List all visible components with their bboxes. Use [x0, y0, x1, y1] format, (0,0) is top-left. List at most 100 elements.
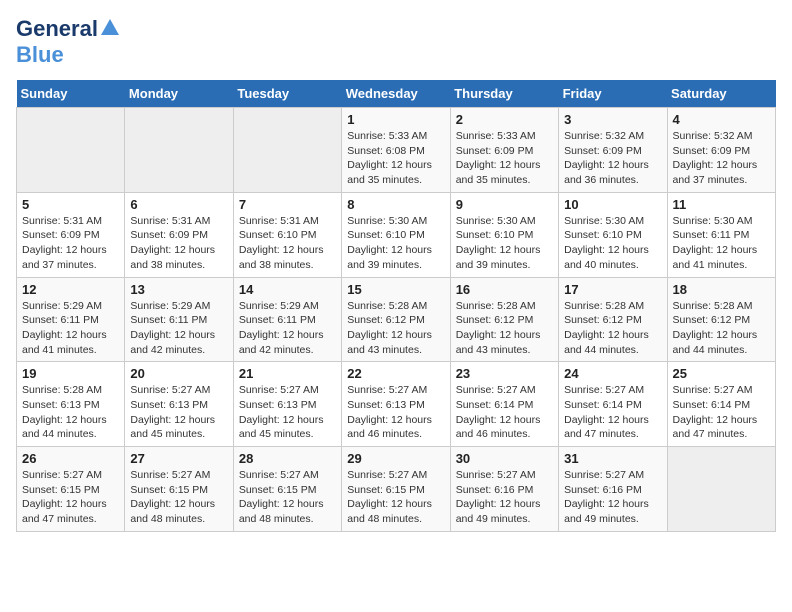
day-info: Sunrise: 5:31 AM Sunset: 6:09 PM Dayligh… — [22, 214, 119, 273]
day-number: 19 — [22, 366, 119, 381]
calendar-week-row: 1Sunrise: 5:33 AM Sunset: 6:08 PM Daylig… — [17, 108, 776, 193]
day-number: 30 — [456, 451, 553, 466]
calendar-cell: 29 Sunrise: 5:27 AM Sunset: 6:15 PM Dayli… — [342, 447, 450, 532]
calendar-cell: 24 Sunrise: 5:27 AM Sunset: 6:14 PM Dayli… — [559, 362, 667, 447]
calendar-cell: 18 Sunrise: 5:28 AM Sunset: 6:12 PM Dayli… — [667, 277, 775, 362]
day-info: Sunrise: 5:27 AM Sunset: 6:14 PM Dayligh… — [456, 383, 553, 442]
calendar-cell: 23 Sunrise: 5:27 AM Sunset: 6:14 PM Dayli… — [450, 362, 558, 447]
calendar-cell: 6Sunrise: 5:31 AM Sunset: 6:09 PM Daylig… — [125, 192, 233, 277]
calendar-cell — [17, 108, 125, 193]
day-number: 14 — [239, 282, 336, 297]
calendar-cell: 10Sunrise: 5:30 AM Sunset: 6:10 PM Dayli… — [559, 192, 667, 277]
day-number: 15 — [347, 282, 444, 297]
calendar-cell: 31Sunrise: 5:27 AM Sunset: 6:16 PM Dayli… — [559, 447, 667, 532]
calendar-cell: 22 Sunrise: 5:27 AM Sunset: 6:13 PM Dayli… — [342, 362, 450, 447]
calendar-cell: 19 Sunrise: 5:28 AM Sunset: 6:13 PM Dayli… — [17, 362, 125, 447]
calendar-cell: 30 Sunrise: 5:27 AM Sunset: 6:16 PM Dayli… — [450, 447, 558, 532]
day-info: Sunrise: 5:27 AM Sunset: 6:16 PM Dayligh… — [564, 468, 661, 527]
day-number: 13 — [130, 282, 227, 297]
calendar-cell: 2 Sunrise: 5:33 AM Sunset: 6:09 PM Daylig… — [450, 108, 558, 193]
day-info: Sunrise: 5:27 AM Sunset: 6:13 PM Dayligh… — [239, 383, 336, 442]
weekday-header-sunday: Sunday — [17, 80, 125, 108]
day-info: Sunrise: 5:28 AM Sunset: 6:12 PM Dayligh… — [564, 299, 661, 358]
day-info: Sunrise: 5:27 AM Sunset: 6:15 PM Dayligh… — [22, 468, 119, 527]
calendar-cell: 5Sunrise: 5:31 AM Sunset: 6:09 PM Daylig… — [17, 192, 125, 277]
calendar-cell — [233, 108, 341, 193]
day-number: 2 — [456, 112, 553, 127]
calendar-week-row: 26 Sunrise: 5:27 AM Sunset: 6:15 PM Dayli… — [17, 447, 776, 532]
calendar-cell: 17 Sunrise: 5:28 AM Sunset: 6:12 PM Dayli… — [559, 277, 667, 362]
day-number: 16 — [456, 282, 553, 297]
day-number: 23 — [456, 366, 553, 381]
logo-general: General — [16, 16, 98, 42]
calendar-cell: 13Sunrise: 5:29 AM Sunset: 6:11 PM Dayli… — [125, 277, 233, 362]
day-info: Sunrise: 5:27 AM Sunset: 6:13 PM Dayligh… — [347, 383, 444, 442]
calendar-cell: 25 Sunrise: 5:27 AM Sunset: 6:14 PM Dayli… — [667, 362, 775, 447]
day-number: 28 — [239, 451, 336, 466]
calendar-cell: 27 Sunrise: 5:27 AM Sunset: 6:15 PM Dayli… — [125, 447, 233, 532]
day-info: Sunrise: 5:27 AM Sunset: 6:15 PM Dayligh… — [347, 468, 444, 527]
weekday-header-saturday: Saturday — [667, 80, 775, 108]
calendar-cell: 7 Sunrise: 5:31 AM Sunset: 6:10 PM Daylig… — [233, 192, 341, 277]
day-info: Sunrise: 5:29 AM Sunset: 6:11 PM Dayligh… — [22, 299, 119, 358]
calendar-cell: 3Sunrise: 5:32 AM Sunset: 6:09 PM Daylig… — [559, 108, 667, 193]
calendar-cell: 1Sunrise: 5:33 AM Sunset: 6:08 PM Daylig… — [342, 108, 450, 193]
calendar-cell: 16 Sunrise: 5:28 AM Sunset: 6:12 PM Dayli… — [450, 277, 558, 362]
day-info: Sunrise: 5:27 AM Sunset: 6:15 PM Dayligh… — [239, 468, 336, 527]
day-info: Sunrise: 5:29 AM Sunset: 6:11 PM Dayligh… — [239, 299, 336, 358]
calendar-cell: 15Sunrise: 5:28 AM Sunset: 6:12 PM Dayli… — [342, 277, 450, 362]
day-number: 11 — [673, 197, 770, 212]
day-info: Sunrise: 5:27 AM Sunset: 6:14 PM Dayligh… — [564, 383, 661, 442]
day-info: Sunrise: 5:32 AM Sunset: 6:09 PM Dayligh… — [564, 129, 661, 188]
day-number: 29 — [347, 451, 444, 466]
day-number: 10 — [564, 197, 661, 212]
day-info: Sunrise: 5:27 AM Sunset: 6:16 PM Dayligh… — [456, 468, 553, 527]
logo-triangle-icon — [101, 18, 119, 41]
day-number: 24 — [564, 366, 661, 381]
day-number: 17 — [564, 282, 661, 297]
day-info: Sunrise: 5:30 AM Sunset: 6:11 PM Dayligh… — [673, 214, 770, 273]
calendar-cell: 4 Sunrise: 5:32 AM Sunset: 6:09 PM Daylig… — [667, 108, 775, 193]
calendar-week-row: 19 Sunrise: 5:28 AM Sunset: 6:13 PM Dayli… — [17, 362, 776, 447]
day-info: Sunrise: 5:28 AM Sunset: 6:12 PM Dayligh… — [456, 299, 553, 358]
day-number: 26 — [22, 451, 119, 466]
calendar-week-row: 12 Sunrise: 5:29 AM Sunset: 6:11 PM Dayli… — [17, 277, 776, 362]
calendar-cell: 9Sunrise: 5:30 AM Sunset: 6:10 PM Daylig… — [450, 192, 558, 277]
day-number: 6 — [130, 197, 227, 212]
day-info: Sunrise: 5:33 AM Sunset: 6:09 PM Dayligh… — [456, 129, 553, 188]
weekday-header-monday: Monday — [125, 80, 233, 108]
calendar-cell — [125, 108, 233, 193]
calendar-cell: 20 Sunrise: 5:27 AM Sunset: 6:13 PM Dayli… — [125, 362, 233, 447]
calendar-cell: 26 Sunrise: 5:27 AM Sunset: 6:15 PM Dayli… — [17, 447, 125, 532]
calendar-table: SundayMondayTuesdayWednesdayThursdayFrid… — [16, 80, 776, 532]
weekday-header-friday: Friday — [559, 80, 667, 108]
page-header: General Blue — [16, 16, 776, 68]
day-number: 4 — [673, 112, 770, 127]
calendar-cell: 14 Sunrise: 5:29 AM Sunset: 6:11 PM Dayli… — [233, 277, 341, 362]
day-number: 27 — [130, 451, 227, 466]
day-info: Sunrise: 5:31 AM Sunset: 6:10 PM Dayligh… — [239, 214, 336, 273]
calendar-cell: 8Sunrise: 5:30 AM Sunset: 6:10 PM Daylig… — [342, 192, 450, 277]
day-number: 18 — [673, 282, 770, 297]
day-info: Sunrise: 5:33 AM Sunset: 6:08 PM Dayligh… — [347, 129, 444, 188]
calendar-cell — [667, 447, 775, 532]
day-info: Sunrise: 5:27 AM Sunset: 6:13 PM Dayligh… — [130, 383, 227, 442]
day-number: 12 — [22, 282, 119, 297]
day-number: 7 — [239, 197, 336, 212]
day-info: Sunrise: 5:27 AM Sunset: 6:15 PM Dayligh… — [130, 468, 227, 527]
day-number: 21 — [239, 366, 336, 381]
day-number: 20 — [130, 366, 227, 381]
weekday-header-tuesday: Tuesday — [233, 80, 341, 108]
day-number: 22 — [347, 366, 444, 381]
day-info: Sunrise: 5:30 AM Sunset: 6:10 PM Dayligh… — [456, 214, 553, 273]
day-number: 25 — [673, 366, 770, 381]
calendar-cell: 12 Sunrise: 5:29 AM Sunset: 6:11 PM Dayli… — [17, 277, 125, 362]
day-info: Sunrise: 5:28 AM Sunset: 6:13 PM Dayligh… — [22, 383, 119, 442]
logo-blue: Blue — [16, 42, 64, 67]
weekday-header-thursday: Thursday — [450, 80, 558, 108]
day-info: Sunrise: 5:28 AM Sunset: 6:12 PM Dayligh… — [673, 299, 770, 358]
day-info: Sunrise: 5:32 AM Sunset: 6:09 PM Dayligh… — [673, 129, 770, 188]
day-info: Sunrise: 5:27 AM Sunset: 6:14 PM Dayligh… — [673, 383, 770, 442]
day-number: 8 — [347, 197, 444, 212]
calendar-cell: 21 Sunrise: 5:27 AM Sunset: 6:13 PM Dayli… — [233, 362, 341, 447]
